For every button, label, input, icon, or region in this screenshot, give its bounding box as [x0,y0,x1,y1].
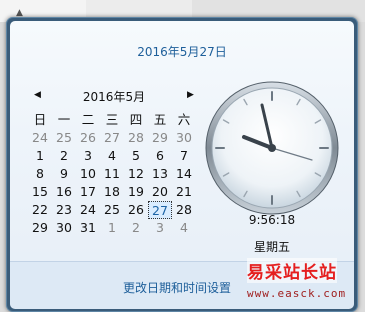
previous-month-icon[interactable]: ◀ [34,90,41,100]
calendar-week: 8 9 10 11 12 13 14 [28,165,196,183]
calendar-day[interactable]: 4 [100,147,124,165]
calendar-day[interactable]: 2 [124,219,148,237]
calendar-day[interactable]: 24 [76,201,100,219]
calendar-day[interactable]: 13 [148,165,172,183]
calendar-day[interactable]: 1 [28,147,52,165]
calendar-day[interactable]: 14 [172,165,196,183]
long-date-link[interactable]: 2016年5月27日 [10,43,354,60]
weekday-label: 日 [33,112,47,127]
calendar-day[interactable]: 31 [76,219,100,237]
calendar-day[interactable]: 29 [28,219,52,237]
calendar-day[interactable]: 18 [100,183,124,201]
calendar-day[interactable]: 28 [124,129,148,147]
calendar-day[interactable]: 20 [148,183,172,201]
calendar-day[interactable]: 25 [100,201,124,219]
calendar-day[interactable]: 4 [172,219,196,237]
calendar-week: 29 30 31 1 2 3 4 [28,219,196,237]
calendar-day[interactable]: 2 [52,147,76,165]
calendar-grid: 日 一 二 三 四 五 六 24 25 26 27 28 29 30 1 2 3 [28,111,196,237]
calendar-day[interactable]: 9 [52,165,76,183]
watermark-url: www.easck.com [247,287,347,300]
calendar-day-today[interactable]: 27 [148,201,172,219]
next-month-icon[interactable]: ▶ [187,90,194,100]
calendar-day[interactable]: 3 [148,219,172,237]
calendar-day[interactable]: 26 [124,201,148,219]
calendar-day[interactable]: 29 [148,129,172,147]
calendar-day[interactable]: 27 [100,129,124,147]
weekday-label: 一 [57,112,71,127]
calendar-day[interactable]: 30 [52,219,76,237]
calendar-week: 24 25 26 27 28 29 30 [28,129,196,147]
calendar-day[interactable]: 21 [172,183,196,201]
calendar-day[interactable]: 23 [52,201,76,219]
weekday-label: 四 [129,112,143,127]
calendar-day[interactable]: 7 [172,147,196,165]
calendar-week: 1 2 3 4 5 6 7 [28,147,196,165]
change-datetime-settings-link[interactable]: 更改日期和时间设置 [123,279,231,296]
calendar-day[interactable]: 25 [52,129,76,147]
analog-clock-icon [205,81,339,215]
month-title[interactable]: 2016年5月 [54,88,174,105]
calendar-day[interactable]: 15 [28,183,52,201]
calendar-day[interactable]: 26 [76,129,100,147]
calendar-day[interactable]: 12 [124,165,148,183]
calendar-day[interactable]: 17 [76,183,100,201]
weekday-label: 五 [153,112,167,127]
calendar-day[interactable]: 8 [28,165,52,183]
calendar-day[interactable]: 19 [124,183,148,201]
weekday-label: 三 [105,112,119,127]
watermark-text: 易采站长站 [247,258,337,283]
weekday-label: 二 [81,112,95,127]
digital-time: 9:56:18 [248,213,296,227]
calendar-day[interactable]: 30 [172,129,196,147]
calendar-day[interactable]: 16 [52,183,76,201]
weekday-header: 日 一 二 三 四 五 六 [28,111,196,129]
calendar-day[interactable]: 11 [100,165,124,183]
calendar-week: 22 23 24 25 26 27 28 [28,201,196,219]
calendar-day[interactable]: 5 [124,147,148,165]
calendar-day[interactable]: 24 [28,129,52,147]
calendar-day[interactable]: 3 [76,147,100,165]
calendar-day[interactable]: 28 [172,201,196,219]
calendar-week: 15 16 17 18 19 20 21 [28,183,196,201]
calendar-day[interactable]: 22 [28,201,52,219]
weekday-label: 六 [177,112,191,127]
calendar-day[interactable]: 10 [76,165,100,183]
calendar-day[interactable]: 6 [148,147,172,165]
weekday-name: 星期五 [253,240,290,254]
calendar-day[interactable]: 1 [100,219,124,237]
